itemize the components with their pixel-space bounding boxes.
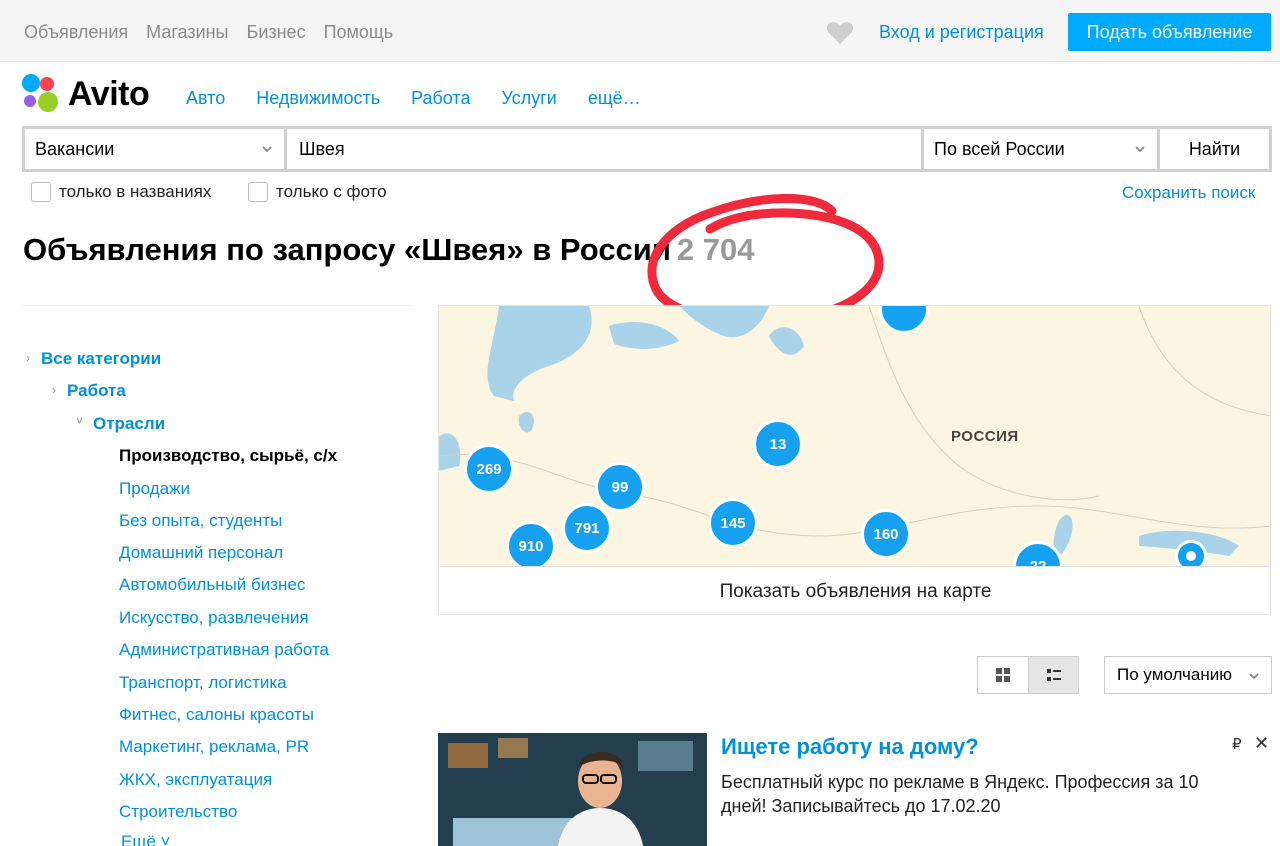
logo-text: Avito [68,74,150,113]
catnav-auto[interactable]: Авто [186,88,225,109]
region-select-value: По всей России [934,138,1065,159]
catnav-realty[interactable]: Недвижимость [256,88,380,109]
view-toggle [977,656,1079,694]
catnav-work[interactable]: Работа [411,88,470,109]
chevron-down-icon [1249,673,1259,680]
login-link[interactable]: Вход и регистрация [879,22,1044,43]
tree-work[interactable]: Работа [67,381,126,401]
close-icon[interactable]: ✕ [1254,733,1269,754]
chevron-right-icon: › [26,351,30,365]
tree-more-label: Ещё [121,832,156,846]
map-cluster[interactable]: 160 [861,509,911,559]
category-select[interactable]: Вакансии [25,129,284,169]
chevron-down-icon: ˅ [76,414,84,428]
logo-dots-icon [22,74,62,114]
search-button[interactable]: Найти [1160,129,1269,169]
search-input[interactable]: Швея [287,129,921,169]
top-nav-shops[interactable]: Магазины [146,22,228,43]
titles-only-label: только в названиях [59,182,212,201]
map-cluster[interactable]: 13 [753,419,803,469]
grid-view-button[interactable] [978,657,1028,693]
results-map[interactable]: 269 99 13 791 910 145 160 22 РОССИЯ Пока… [438,305,1271,615]
map-country-label: РОССИЯ [951,428,1019,445]
tree-current-category: Производство, сырьё, с/х [119,446,338,465]
save-search-link[interactable]: Сохранить поиск [1122,183,1255,203]
map-cluster[interactable]: 145 [708,498,758,548]
top-nav: Объявления Магазины Бизнес Помощь [24,22,393,43]
tree-item[interactable]: Без опыта, студенты [119,511,282,531]
with-photo-label: только с фото [276,182,387,201]
tree-item[interactable]: Строительство [119,802,237,822]
sort-select-value: По умолчанию [1117,665,1232,684]
top-nav-help[interactable]: Помощь [324,22,394,43]
category-select-value: Вакансии [35,138,115,159]
sidebar-divider [22,305,412,306]
ad-text: Бесплатный курс по рекламе в Яндекс. Про… [721,772,1199,816]
chevron-down-icon [262,146,272,153]
ad-title[interactable]: Ищете работу на дому? [721,734,979,760]
chevron-down-icon: ˅ [160,832,171,846]
ad-image[interactable] [438,733,707,846]
catnav-services[interactable]: Услуги [501,88,556,109]
tree-item[interactable]: Транспорт, логистика [119,673,287,693]
tree-industries[interactable]: Отрасли [93,414,165,434]
show-on-map-button[interactable]: Показать объявления на карте [439,566,1270,614]
top-bar: Объявления Магазины Бизнес Помощь Вход и… [0,0,1280,62]
search-input-value: Швея [299,138,345,159]
with-photo-checkbox[interactable]: только с фото [248,182,387,202]
search-bar: Вакансии Швея По всей России Найти [22,126,1272,172]
list-view-button[interactable] [1028,657,1078,693]
checkbox-box[interactable] [248,182,268,202]
favorites-heart-icon[interactable] [826,20,854,46]
sort-select[interactable]: По умолчанию [1104,656,1272,694]
tree-item[interactable]: Продажи [119,479,190,499]
map-cluster[interactable]: 791 [562,503,612,553]
tree-item[interactable]: Искусство, развлечения [119,608,309,628]
tree-all-categories[interactable]: Все категории [41,349,161,369]
top-nav-ads[interactable]: Объявления [24,22,128,43]
titles-only-checkbox[interactable]: только в названиях [31,182,211,202]
map-cluster[interactable]: 910 [506,521,556,571]
tree-item[interactable]: Административная работа [119,640,329,660]
tree-item[interactable]: Домашний персонал [119,543,283,563]
chevron-down-icon [1135,146,1145,153]
ruble-icon[interactable]: ₽ [1232,735,1242,753]
list-view-icon [1046,669,1061,681]
category-nav: Авто Недвижимость Работа Услуги ещё… [186,88,672,109]
tree-item[interactable]: Автомобильный бизнес [119,575,305,595]
post-ad-button[interactable]: Подать объявление [1068,13,1271,51]
region-select[interactable]: По всей России [924,129,1157,169]
page-title-text: Объявления по запросу «Швея» в России [23,232,671,267]
tree-more-link[interactable]: Ещё ˅ [121,832,170,846]
map-cluster[interactable]: 99 [595,462,645,512]
tree-item[interactable]: Фитнес, салоны красоты [119,705,314,725]
tree-item[interactable]: ЖКХ, эксплуатация [119,770,272,790]
chevron-right-icon: › [52,383,56,397]
grid-view-icon [996,668,1010,682]
ad-photo [438,733,707,846]
catnav-more[interactable]: ещё… [588,88,641,109]
tree-item[interactable]: Маркетинг, реклама, PR [119,737,309,757]
top-nav-business[interactable]: Бизнес [247,22,306,43]
avito-logo[interactable]: Avito [22,74,150,114]
checkbox-box[interactable] [31,182,51,202]
map-cluster[interactable]: 269 [464,444,514,494]
